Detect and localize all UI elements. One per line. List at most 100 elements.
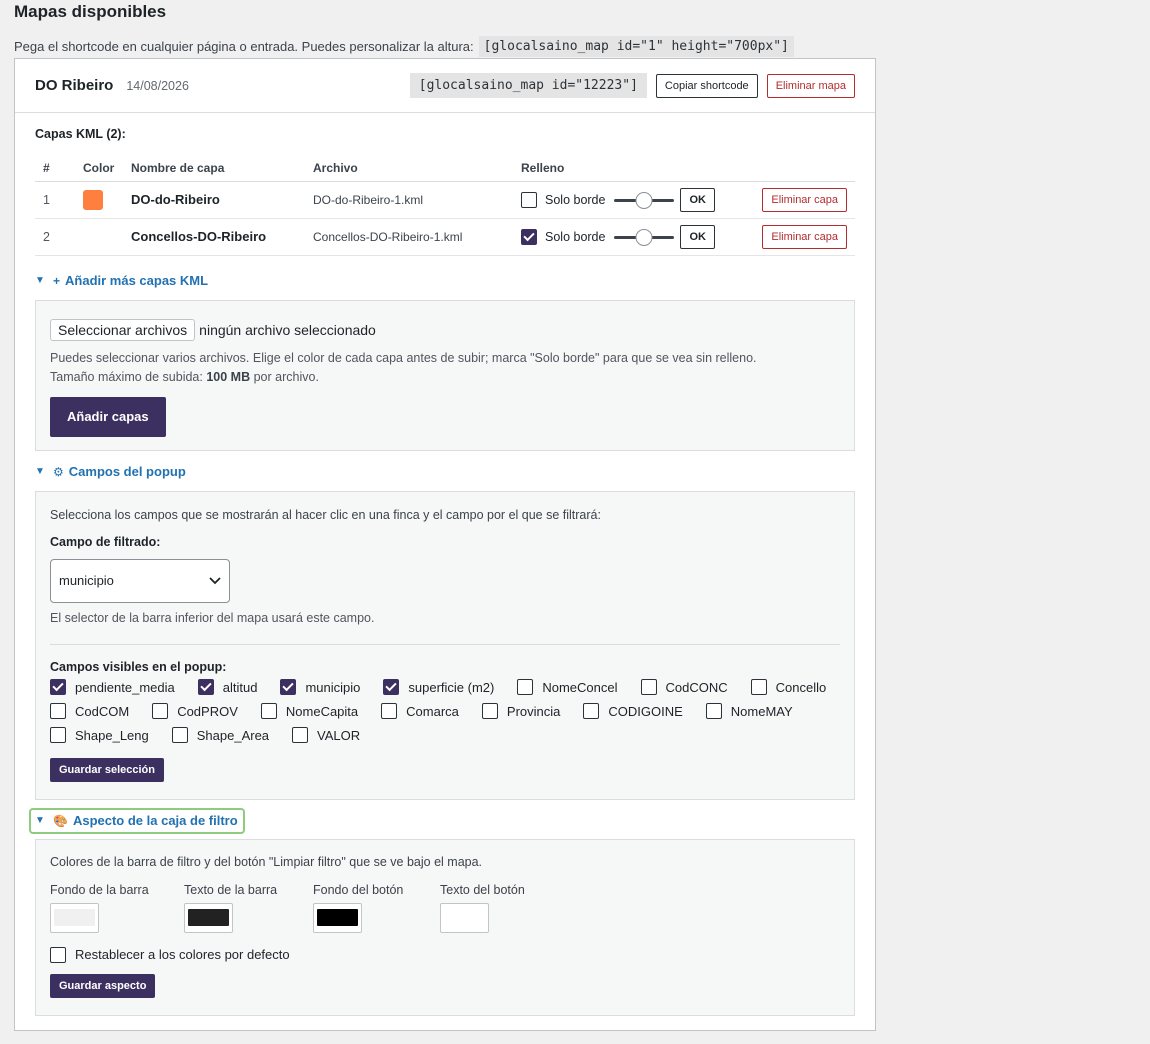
popup-field-checkbox[interactable] [383, 679, 400, 695]
popup-field-label: municipio [305, 679, 361, 695]
save-appearance-button[interactable]: Guardar aspecto [50, 973, 156, 998]
opacity-slider[interactable] [614, 228, 675, 246]
popup-field-checkbox[interactable] [517, 679, 534, 695]
popup-field-option[interactable]: altitud [197, 679, 258, 696]
popup-field-checkbox[interactable] [481, 703, 498, 719]
col-fill-header: Relleno [513, 155, 749, 182]
filter-field-select[interactable]: municipio [50, 558, 230, 603]
popup-field-option[interactable]: pendiente_media [50, 679, 175, 696]
color-picker-input[interactable] [50, 902, 99, 933]
popup-field-label: CODIGOINE [608, 703, 683, 719]
reset-colors-checkbox[interactable] [50, 946, 66, 963]
delete-map-button[interactable]: Eliminar mapa [766, 73, 855, 98]
popup-field-checkbox[interactable] [705, 703, 722, 719]
layer-color-cell [75, 218, 123, 256]
popup-field-checkbox[interactable] [260, 703, 277, 719]
layer-name: DO-do-Ribeiro [123, 181, 305, 219]
color-picker-input[interactable] [440, 902, 489, 933]
popup-field-checkbox[interactable] [750, 679, 767, 695]
expanded-triangle-icon: ▼ [35, 815, 45, 826]
solo-borde-checkbox[interactable] [521, 191, 537, 208]
popup-field-label: CodPROV [177, 703, 238, 719]
popup-field-option[interactable]: CodPROV [152, 703, 238, 720]
layers-table: # Color Nombre de capa Archivo Relleno 1 DO-… [35, 155, 855, 256]
popup-field-option[interactable]: CODIGOINE [583, 703, 683, 720]
popup-field-option[interactable]: Provincia [481, 703, 561, 720]
layer-color-cell [75, 181, 123, 219]
appearance-panel: Colores de la barra de filtro y del botó… [35, 838, 855, 1016]
filter-field-label: Campo de filtrado: [50, 534, 161, 549]
popup-field-option[interactable]: Shape_Area [171, 727, 270, 744]
popup-field-label: Provincia [506, 703, 561, 719]
color-swatch [444, 909, 485, 926]
popup-field-checkbox[interactable] [50, 703, 66, 719]
popup-field-checkbox[interactable] [583, 703, 600, 719]
col-actions-header [749, 155, 855, 182]
solo-borde-checkbox[interactable] [521, 228, 537, 245]
popup-field-checkbox[interactable] [50, 727, 66, 743]
add-layers-toggle[interactable]: ▼ + Añadir más capas KML [35, 270, 855, 292]
save-selection-button[interactable]: Guardar selección [50, 757, 164, 782]
select-files-button[interactable]: Seleccionar archivos [50, 318, 196, 341]
popup-field-option[interactable]: Concello [750, 679, 827, 696]
copy-shortcode-button[interactable]: Copiar shortcode [655, 73, 758, 98]
popup-field-label: Concello [775, 679, 827, 695]
popup-field-label: NomeConcel [542, 679, 618, 695]
color-picker-input[interactable] [184, 902, 233, 933]
popup-field-option[interactable]: CodCOM [50, 703, 129, 720]
popup-field-checkbox[interactable] [292, 727, 309, 743]
divider [50, 643, 840, 645]
popup-field-option[interactable]: NomeMAY [705, 703, 793, 720]
slider-thumb[interactable] [635, 228, 653, 246]
col-number-header: # [35, 155, 75, 182]
color-swatch [317, 909, 358, 926]
ok-button[interactable]: OK [680, 187, 715, 212]
add-layers-toggle-label: Añadir más capas KML [65, 273, 209, 288]
popup-field-checkbox[interactable] [171, 727, 188, 743]
popup-field-option[interactable]: NomeConcel [517, 679, 618, 696]
color-picker-group: Texto de la barra [184, 883, 313, 933]
popup-field-checkbox[interactable] [152, 703, 169, 719]
col-name-header: Nombre de capa [123, 155, 305, 182]
popup-field-checkbox[interactable] [50, 679, 66, 695]
popup-field-option[interactable]: VALOR [292, 727, 360, 744]
add-layers-button[interactable]: Añadir capas [50, 396, 166, 437]
popup-field-option[interactable]: superficie (m2) [383, 679, 494, 696]
popup-field-option[interactable]: CodCONC [640, 679, 728, 696]
reset-colors-option[interactable]: Restablecer a los colores por defecto [50, 946, 840, 963]
palette-icon: 🎨 [53, 813, 68, 828]
solo-borde-label: Solo borde [545, 192, 606, 207]
popup-field-label: Shape_Leng [75, 727, 149, 743]
popup-field-checkbox[interactable] [640, 679, 657, 695]
map-date: 14/08/2026 [126, 78, 189, 93]
popup-field-label: altitud [222, 679, 258, 695]
popup-field-option[interactable]: Shape_Leng [50, 727, 149, 744]
popup-field-checkbox[interactable] [280, 679, 297, 695]
appearance-intro: Colores de la barra de filtro y del botó… [50, 854, 483, 869]
popup-field-label: Shape_Area [196, 727, 270, 743]
popup-field-option[interactable]: municipio [280, 679, 360, 696]
popup-field-label: CodCONC [665, 679, 728, 695]
expanded-triangle-icon: ▼ [35, 275, 45, 286]
intro-text: Pega el shortcode en cualquier página o … [14, 35, 1136, 57]
delete-layer-button[interactable]: Eliminar capa [762, 187, 847, 212]
layer-color-swatch[interactable] [83, 189, 103, 210]
popup-field-checkbox[interactable] [381, 703, 398, 719]
popup-field-option[interactable]: Comarca [381, 703, 459, 720]
slider-thumb[interactable] [635, 191, 653, 209]
delete-layer-button[interactable]: Eliminar capa [762, 224, 847, 249]
reset-colors-label: Restablecer a los colores por defecto [75, 947, 290, 962]
ok-button[interactable]: OK [680, 224, 715, 249]
popup-field-checkbox[interactable] [197, 679, 214, 695]
opacity-slider[interactable] [614, 191, 675, 209]
filter-field-value: municipio [59, 573, 114, 588]
layer-number: 1 [35, 181, 75, 219]
plus-icon: + [53, 273, 61, 288]
appearance-toggle[interactable]: ▼ 🎨 Aspecto de la caja de filtro [29, 807, 245, 834]
color-picker-group: Texto del botón [440, 883, 560, 933]
color-picker-input[interactable] [313, 902, 362, 933]
popup-field-option[interactable]: NomeCapita [260, 703, 358, 720]
popup-fields-toggle[interactable]: ▼ ⚙ Campos del popup [35, 461, 855, 483]
solo-borde-label: Solo borde [545, 229, 606, 244]
popup-field-label: pendiente_media [75, 679, 175, 695]
